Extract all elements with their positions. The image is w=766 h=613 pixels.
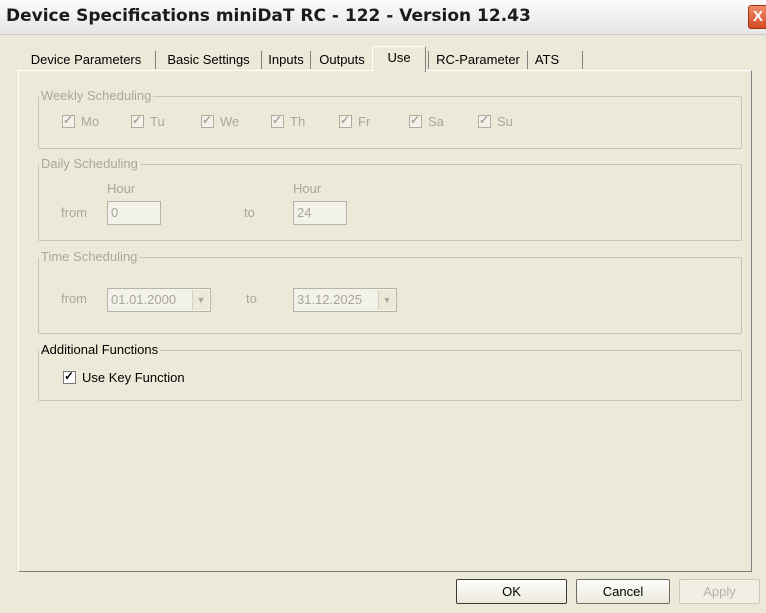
time-from-date-value: 01.01.2000 — [111, 292, 177, 307]
tab-ats[interactable]: ATS — [529, 49, 565, 70]
time-scheduling-group: Time Scheduling from 01.01.2000 ▼ to 31.… — [38, 249, 742, 334]
check-icon: ✓ — [63, 113, 74, 128]
time-scheduling-title: Time Scheduling — [39, 249, 140, 264]
chevron-down-icon[interactable]: ▼ — [192, 290, 209, 310]
checkbox-box: ✓ — [271, 113, 284, 129]
checkbox-label: Tu — [150, 114, 165, 130]
checkbox-mo[interactable]: ✓ Mo — [62, 113, 99, 129]
tab-separator — [155, 51, 156, 69]
additional-functions-group: Additional Functions ✓ Use Key Function — [38, 342, 742, 401]
checkbox-we[interactable]: ✓ We — [201, 113, 239, 129]
window-title: Device Specifications miniDaT RC - 122 -… — [6, 6, 531, 26]
tab-inputs[interactable]: Inputs — [263, 49, 309, 70]
time-from-date-select[interactable]: 01.01.2000 ▼ — [107, 288, 211, 312]
tab-rc-parameter[interactable]: RC-Parameter — [430, 49, 526, 70]
tab-separator — [428, 51, 429, 69]
cancel-button[interactable]: Cancel — [576, 579, 670, 604]
checkbox-label: Su — [497, 114, 513, 130]
check-icon: ✓ — [340, 113, 351, 128]
checkbox-box: ✓ — [131, 113, 144, 129]
from-hour-label: Hour — [107, 181, 136, 196]
time-from-label: from — [61, 291, 87, 306]
daily-from-hour-input[interactable]: 0 — [107, 201, 161, 225]
tab-basic-settings[interactable]: Basic Settings — [157, 49, 260, 70]
checkbox-th[interactable]: ✓ Th — [271, 113, 305, 129]
weekly-scheduling-title: Weekly Scheduling — [39, 88, 154, 103]
time-to-date-select[interactable]: 31.12.2025 ▼ — [293, 288, 397, 312]
additional-functions-title: Additional Functions — [39, 342, 161, 357]
tab-use[interactable]: Use — [372, 46, 426, 72]
daily-from-label: from — [61, 205, 87, 220]
tab-separator — [582, 51, 583, 69]
daily-to-hour-input[interactable]: 24 — [293, 201, 347, 225]
checkbox-tu[interactable]: ✓ Tu — [131, 113, 165, 129]
ok-button[interactable]: OK — [456, 579, 567, 604]
apply-button[interactable]: Apply — [679, 579, 760, 604]
checkbox-box: ✓ — [339, 113, 352, 129]
checkbox-box: ✓ — [63, 369, 76, 385]
time-to-date-value: 31.12.2025 — [297, 292, 363, 307]
check-icon: ✓ — [410, 113, 421, 128]
check-icon: ✓ — [132, 113, 143, 128]
chevron-down-icon[interactable]: ▼ — [378, 290, 395, 310]
daily-scheduling-group: Daily Scheduling Hour Hour from 0 to 24 — [38, 156, 742, 241]
checkbox-box: ✓ — [62, 113, 75, 129]
close-icon: X — [752, 8, 763, 25]
checkbox-label: We — [220, 114, 240, 130]
daily-scheduling-title: Daily Scheduling — [39, 156, 140, 171]
tab-device-parameters[interactable]: Device Parameters — [18, 49, 154, 70]
check-icon: ✓ — [202, 113, 213, 128]
checkbox-su[interactable]: ✓ Su — [478, 113, 513, 129]
tab-panel-use: Weekly Scheduling ✓ Mo ✓ Tu ✓ We ✓ Th ✓ Fr ✓ S… — [18, 70, 752, 572]
checkbox-label: Fr — [358, 114, 371, 130]
title-bar[interactable]: Device Specifications miniDaT RC - 122 -… — [0, 0, 766, 35]
checkbox-sa[interactable]: ✓ Sa — [409, 113, 444, 129]
dialog-window: Device Specifications miniDaT RC - 122 -… — [0, 0, 766, 613]
checkbox-label: Sa — [428, 114, 444, 130]
checkbox-label: Mo — [81, 114, 100, 130]
close-button[interactable]: X — [748, 5, 766, 29]
tab-separator — [261, 51, 262, 69]
check-icon: ✓ — [479, 113, 490, 128]
weekly-scheduling-group: Weekly Scheduling ✓ Mo ✓ Tu ✓ We ✓ Th ✓ Fr ✓ S… — [38, 88, 742, 149]
checkbox-fr[interactable]: ✓ Fr — [339, 113, 370, 129]
use-key-function-label: Use Key Function — [82, 370, 185, 386]
daily-to-label: to — [244, 205, 255, 220]
to-hour-label: Hour — [293, 181, 322, 196]
use-key-function-checkbox[interactable]: ✓ Use Key Function — [63, 369, 185, 385]
checkbox-box: ✓ — [201, 113, 214, 129]
check-icon: ✓ — [64, 369, 75, 384]
time-to-label: to — [246, 291, 257, 306]
checkbox-box: ✓ — [409, 113, 422, 129]
tab-separator — [527, 51, 528, 69]
checkbox-box: ✓ — [478, 113, 491, 129]
check-icon: ✓ — [272, 113, 283, 128]
tab-outputs[interactable]: Outputs — [312, 49, 372, 70]
checkbox-label: Th — [290, 114, 306, 130]
tab-separator — [310, 51, 311, 69]
